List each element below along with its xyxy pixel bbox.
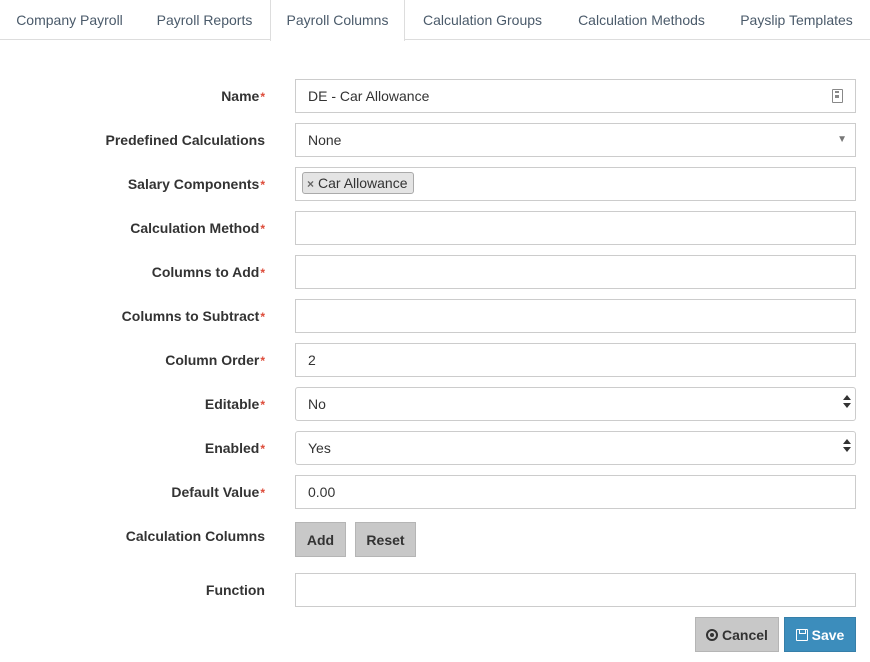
function-field[interactable] bbox=[295, 573, 856, 607]
editable-select[interactable]: No bbox=[295, 387, 856, 421]
function-label: Function bbox=[205, 582, 265, 598]
default-value-value: 0.00 bbox=[308, 484, 336, 500]
salary-components-label: Salary Components* bbox=[127, 176, 265, 192]
salary-components-field[interactable]: × Car Allowance bbox=[295, 167, 856, 201]
caret-down-icon: ▼ bbox=[837, 134, 847, 145]
name-label: Name* bbox=[221, 88, 265, 104]
save-label: Save bbox=[811, 627, 845, 643]
enabled-value: Yes bbox=[308, 440, 331, 456]
predefined-calculations-select[interactable]: None ▼ bbox=[295, 123, 856, 157]
cancel-button[interactable]: Cancel bbox=[695, 617, 779, 652]
reset-calculation-columns-button[interactable]: Reset bbox=[355, 522, 416, 557]
tab-company-payroll[interactable]: Company Payroll bbox=[0, 0, 139, 40]
column-order-value: 2 bbox=[308, 352, 316, 368]
tab-payslip-templates[interactable]: Payslip Templates bbox=[723, 0, 870, 40]
name-value: DE - Car Allowance bbox=[308, 88, 430, 104]
circle-x-icon bbox=[706, 629, 719, 641]
editable-value: No bbox=[308, 396, 326, 412]
salary-component-chip: × Car Allowance bbox=[302, 172, 414, 194]
chip-label: Car Allowance bbox=[318, 175, 408, 191]
predefined-calculations-label: Predefined Calculations bbox=[105, 132, 265, 148]
tab-bar: Company Payroll Payroll Reports Payroll … bbox=[0, 0, 870, 41]
predefined-calculations-value: None bbox=[308, 132, 342, 148]
add-calculation-column-button[interactable]: Add bbox=[295, 522, 346, 557]
columns-to-subtract-label: Columns to Subtract* bbox=[121, 308, 265, 324]
floppy-disk-icon bbox=[795, 629, 808, 641]
sort-icon bbox=[843, 439, 851, 452]
calculation-method-field[interactable] bbox=[295, 211, 856, 245]
columns-to-subtract-field[interactable] bbox=[295, 299, 856, 333]
sort-icon bbox=[843, 395, 851, 408]
enabled-select[interactable]: Yes bbox=[295, 431, 856, 465]
editable-label: Editable* bbox=[204, 396, 265, 412]
tab-calculation-methods[interactable]: Calculation Methods bbox=[560, 0, 723, 40]
column-order-label: Column Order* bbox=[165, 352, 265, 368]
cancel-label: Cancel bbox=[722, 627, 768, 643]
chip-remove-icon[interactable]: × bbox=[307, 177, 314, 191]
columns-to-add-label: Columns to Add* bbox=[151, 264, 265, 280]
calculation-columns-label: Calculation Columns bbox=[125, 528, 265, 544]
default-value-label: Default Value* bbox=[171, 484, 265, 500]
tab-payroll-reports[interactable]: Payroll Reports bbox=[139, 0, 270, 40]
calculation-method-label: Calculation Method* bbox=[130, 220, 265, 236]
default-value-field[interactable]: 0.00 bbox=[295, 475, 856, 509]
document-icon bbox=[832, 89, 843, 103]
enabled-label: Enabled* bbox=[204, 440, 265, 456]
tab-calculation-groups[interactable]: Calculation Groups bbox=[405, 0, 560, 40]
name-field[interactable]: DE - Car Allowance bbox=[295, 79, 856, 113]
columns-to-add-field[interactable] bbox=[295, 255, 856, 289]
column-order-field[interactable]: 2 bbox=[295, 343, 856, 377]
save-button[interactable]: Save bbox=[784, 617, 856, 652]
tab-payroll-columns[interactable]: Payroll Columns bbox=[270, 0, 405, 41]
